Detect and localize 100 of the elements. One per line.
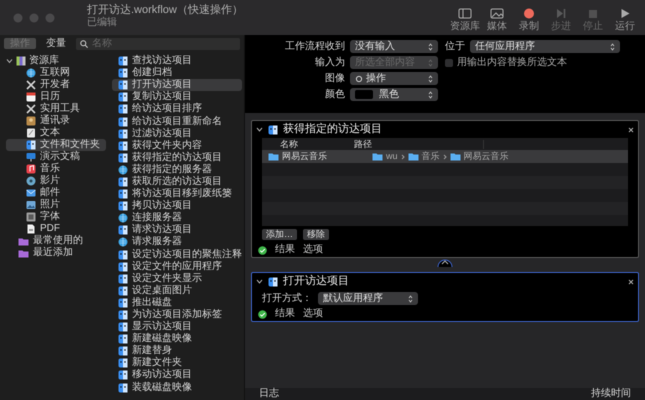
application-dropdown[interactable]: 默认应用程序 bbox=[318, 292, 418, 305]
chevron-right-icon bbox=[400, 154, 405, 160]
action-item[interactable]: 显示访达项目 bbox=[112, 321, 242, 334]
sidebar-item[interactable]: 互联网 bbox=[6, 67, 106, 79]
calendar-icon bbox=[26, 92, 36, 102]
sidebar-item[interactable]: 邮件 bbox=[6, 187, 106, 199]
action-item[interactable]: 获得文件夹内容 bbox=[112, 140, 242, 152]
finder-face-icon bbox=[268, 124, 278, 134]
action-item[interactable]: 新建文件夹 bbox=[112, 357, 242, 370]
field-label: 打开方式： bbox=[262, 294, 312, 304]
sidebar-item[interactable]: 通讯录 bbox=[6, 115, 106, 127]
crossed-tools-icon bbox=[26, 104, 36, 114]
window-title: 打开访达.workflow（快速操作） bbox=[87, 5, 243, 16]
sidebar-item[interactable]: 照片 bbox=[6, 199, 106, 211]
globe-icon bbox=[26, 68, 36, 78]
envelope-icon bbox=[26, 188, 36, 198]
toolbar-button[interactable]: 媒体 bbox=[485, 7, 509, 32]
action-item[interactable]: 设定桌面图片 bbox=[112, 284, 242, 297]
column-header: 名称 bbox=[279, 140, 299, 148]
action-item[interactable]: 查找访达项目 bbox=[112, 55, 242, 68]
sidebar-item[interactable]: 演示文稿 bbox=[6, 151, 106, 163]
finder-face-icon bbox=[118, 80, 128, 90]
folder-icon bbox=[408, 152, 419, 161]
sidebar-item[interactable]: 开发者 bbox=[6, 79, 106, 91]
action-item[interactable]: 获取所选的访达项目 bbox=[112, 176, 242, 188]
action-card[interactable]: 打开访达项目 打开方式： 默认应用程序 结果 选项 bbox=[251, 272, 639, 322]
folder-icon bbox=[18, 236, 29, 246]
sidebar-item[interactable]: 音乐 bbox=[6, 163, 106, 175]
push-button[interactable]: 添加… bbox=[262, 229, 297, 240]
sidebar-item[interactable]: 实用工具 bbox=[6, 103, 106, 115]
sidebar-item[interactable]: 影片 bbox=[6, 175, 106, 187]
action-item[interactable]: 获得指定的服务器 bbox=[112, 164, 242, 176]
sidebar-item[interactable]: 日历 bbox=[6, 91, 106, 103]
sidebar-item[interactable]: PDF bbox=[6, 223, 106, 235]
action-item[interactable]: 新建替身 bbox=[112, 345, 242, 358]
action-item[interactable]: 将访达项目移到废纸篓 bbox=[112, 188, 242, 200]
file-name: 网易云音乐 bbox=[282, 152, 327, 161]
sidebar-item[interactable]: 最常使用的 bbox=[6, 235, 106, 247]
finder-face-icon bbox=[118, 382, 128, 393]
toolbar-button[interactable]: 运行 bbox=[613, 7, 637, 32]
action-card[interactable]: 获得指定的访达项目 名称 路径 网易云音乐 wu 音乐 网易云音乐 添加… 移除 结果 选项 bbox=[251, 120, 639, 258]
action-item[interactable]: 设定文件的应用程序 bbox=[112, 260, 242, 273]
action-item[interactable]: 新建磁盘映像 bbox=[112, 333, 242, 346]
input-type-dropdown[interactable]: 没有输入 bbox=[350, 40, 438, 53]
window-subtitle: 已编辑 bbox=[87, 18, 118, 28]
action-item[interactable]: 请求服务器 bbox=[112, 236, 242, 248]
action-item[interactable]: 为访达项目添加标签 bbox=[112, 308, 242, 322]
action-item[interactable]: 获得指定的访达项目 bbox=[112, 152, 242, 164]
action-item[interactable]: 复制访达项目 bbox=[112, 91, 242, 104]
tab-link[interactable]: 结果 bbox=[275, 309, 295, 319]
tab[interactable]: 变量 bbox=[40, 38, 72, 49]
action-item[interactable]: 给访达项目重新命名 bbox=[112, 115, 242, 128]
action-title: 打开访达项目 bbox=[283, 276, 349, 287]
color-swatch bbox=[355, 90, 373, 99]
globe-icon bbox=[118, 237, 128, 248]
action-item[interactable]: 移动访达项目 bbox=[112, 369, 242, 382]
address-book-icon bbox=[26, 116, 36, 126]
color-dropdown[interactable]: 黑色 bbox=[350, 88, 438, 101]
action-item[interactable]: 打开访达项目 bbox=[112, 79, 242, 92]
action-item[interactable]: 推出磁盘 bbox=[112, 296, 242, 309]
collapse-chevron-icon bbox=[256, 279, 263, 284]
sidebar-toggle-icon bbox=[458, 7, 472, 20]
library-books-icon bbox=[16, 56, 26, 66]
log-column-header: 日志 bbox=[259, 389, 279, 399]
action-item[interactable]: 设定访达项目的聚焦注释 bbox=[112, 248, 242, 261]
finder-face-icon bbox=[118, 250, 128, 260]
action-item[interactable]: 过滤访达项目 bbox=[112, 128, 242, 140]
finder-face-icon bbox=[118, 56, 128, 66]
toolbar-button[interactable]: 录制 bbox=[517, 7, 541, 32]
action-item[interactable]: 设定文件夹显示 bbox=[112, 272, 242, 285]
tab-link[interactable]: 结果 bbox=[275, 245, 295, 255]
presentation-icon bbox=[26, 152, 36, 162]
close-icon bbox=[628, 278, 634, 284]
application-dropdown[interactable]: 任何应用程序 bbox=[470, 40, 620, 53]
sidebar-item[interactable]: 字体 bbox=[6, 211, 106, 223]
finder-face-icon bbox=[118, 116, 128, 127]
tab-link[interactable]: 选项 bbox=[303, 309, 323, 319]
action-item[interactable]: 请求访达项目 bbox=[112, 224, 242, 236]
folder-icon bbox=[18, 248, 29, 258]
action-item[interactable]: 给访达项目排序 bbox=[112, 103, 242, 116]
sidebar-item[interactable]: 文件和文件夹 bbox=[6, 139, 106, 151]
push-button[interactable]: 移除 bbox=[303, 229, 329, 240]
finder-face-icon bbox=[118, 225, 128, 236]
text-document-icon bbox=[26, 128, 36, 138]
action-item[interactable]: 装载磁盘映像 bbox=[112, 382, 242, 394]
sidebar-item[interactable]: 最近添加 bbox=[6, 247, 106, 259]
image-dropdown[interactable]: 操作 bbox=[350, 72, 438, 85]
finder-face-icon bbox=[118, 262, 128, 272]
stop-icon bbox=[586, 7, 600, 20]
stepper-icon bbox=[428, 74, 433, 82]
table-row[interactable]: 网易云音乐 wu 音乐 网易云音乐 bbox=[262, 150, 628, 163]
field-label: 位于 bbox=[445, 42, 465, 52]
tab-link[interactable]: 选项 bbox=[303, 245, 323, 255]
connector-icon bbox=[437, 258, 453, 267]
action-item[interactable]: 拷贝访达项目 bbox=[112, 200, 242, 212]
sidebar-item[interactable]: 文本 bbox=[6, 127, 106, 139]
action-item[interactable]: 创建归档 bbox=[112, 67, 242, 80]
action-item[interactable]: 连接服务器 bbox=[112, 212, 242, 224]
library-item[interactable]: 资源库 bbox=[29, 56, 59, 66]
search-field[interactable]: 名称 bbox=[76, 38, 240, 50]
